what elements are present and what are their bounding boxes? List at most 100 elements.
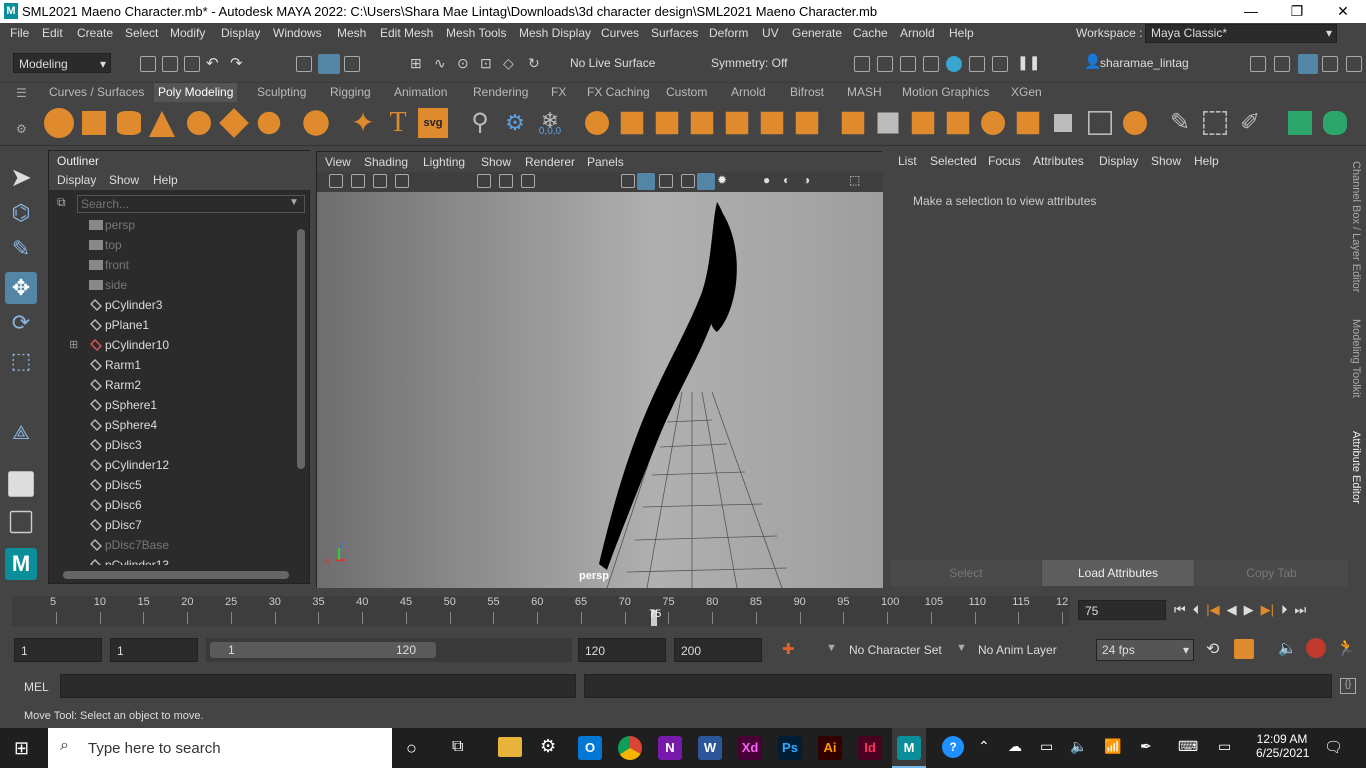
copy-tab-button[interactable]: Copy Tab (1195, 560, 1348, 586)
clock[interactable]: 12:09 AM 6/25/2021 (1256, 732, 1309, 760)
shelf-menu-icon[interactable]: ☰ (16, 86, 27, 100)
poly-sphere-icon[interactable] (44, 108, 74, 138)
attr-menu-show[interactable]: Show (1151, 154, 1181, 168)
menu-surfaces[interactable]: Surfaces (651, 26, 698, 40)
lights-icon[interactable]: ✹ (717, 173, 727, 187)
tab-attribute-editor[interactable]: Attribute Editor (1350, 431, 1362, 504)
menu-mesh-display[interactable]: Mesh Display (519, 26, 591, 40)
outliner-menu-display[interactable]: Display (57, 173, 96, 187)
tab-fx-caching[interactable]: FX Caching (583, 85, 654, 99)
outliner-hscrollbar[interactable] (63, 571, 289, 579)
circularize-icon[interactable] (981, 111, 1005, 135)
menu-curves[interactable]: Curves (601, 26, 639, 40)
separate-icon[interactable]: ⚙ (500, 108, 530, 138)
mel-label[interactable]: MEL (24, 680, 49, 694)
menu-help[interactable]: Help (949, 26, 974, 40)
sound-icon[interactable]: 🔈 (1278, 639, 1297, 657)
cortana-icon[interactable]: ○ (406, 738, 417, 759)
arnold-settings-icon[interactable] (992, 56, 1008, 72)
open-scene-icon[interactable] (162, 56, 178, 72)
select-hierarchy-icon[interactable] (296, 56, 312, 72)
channel-box-icon[interactable] (1346, 56, 1362, 72)
menu-uv[interactable]: UV (762, 26, 779, 40)
merge-icon[interactable] (911, 111, 935, 135)
wedge-icon[interactable] (1054, 114, 1072, 132)
green-shader-icon[interactable] (1288, 111, 1312, 135)
workspace-dropdown[interactable]: Maya Classic* ▾ (1145, 24, 1337, 43)
viewport-menu-renderer[interactable]: Renderer (525, 155, 575, 169)
outliner-item[interactable]: pDisc7Base (89, 535, 289, 555)
render-settings-icon[interactable] (923, 56, 939, 72)
scale-tool-icon[interactable]: ⬚ (5, 348, 37, 380)
render-frame-icon[interactable] (877, 56, 893, 72)
arnold-render-icon[interactable] (969, 56, 985, 72)
outliner-item[interactable]: pSphere4 (89, 415, 289, 435)
menu-select[interactable]: Select (125, 26, 158, 40)
character-controls-icon[interactable] (1274, 56, 1290, 72)
maximize-button[interactable]: ❐ (1274, 0, 1320, 23)
tab-custom[interactable]: Custom (662, 85, 711, 99)
poke-icon[interactable] (1016, 111, 1040, 135)
taskbar-search[interactable]: ⌕ Type here to search (48, 728, 392, 768)
xray-icon[interactable] (697, 173, 715, 190)
outliner-vscrollbar[interactable] (297, 229, 305, 469)
step-back-frame-icon[interactable]: |◀ (1206, 602, 1219, 618)
bookmark-icon[interactable] (373, 174, 387, 188)
tab-mash[interactable]: MASH (843, 85, 886, 99)
task-view-icon[interactable]: ⧉ (452, 738, 463, 756)
load-attributes-button[interactable]: Load Attributes (1042, 560, 1194, 586)
snap-point-icon[interactable]: ⊙ (457, 55, 469, 72)
fill-hole-icon[interactable] (725, 111, 749, 135)
bounding-box-icon[interactable] (1203, 111, 1227, 135)
attribute-editor-toggle-icon[interactable] (1298, 54, 1318, 74)
script-editor-icon[interactable]: {} (1340, 678, 1356, 694)
settings-icon[interactable]: ⚙ (540, 736, 556, 757)
expand-icon[interactable]: ⊞ (69, 335, 78, 355)
menu-create[interactable]: Create (77, 26, 113, 40)
outliner-item[interactable]: pCylinder13 (89, 555, 289, 565)
go-to-start-icon[interactable]: ⏮ (1174, 602, 1186, 618)
help-icon[interactable]: ? (942, 736, 964, 758)
smooth-shade-icon[interactable] (637, 173, 655, 190)
play-backwards-icon[interactable]: ◀ (1227, 602, 1237, 618)
wireframe-on-shaded-icon[interactable] (659, 174, 673, 188)
snap-surface-icon[interactable]: ◇ (503, 55, 514, 72)
maya-home-icon[interactable]: M (5, 548, 37, 580)
attr-menu-list[interactable]: List (898, 154, 917, 168)
move-tool-icon[interactable]: ✥ (5, 272, 37, 304)
chevron-down-icon[interactable]: ▼ (289, 197, 299, 208)
rotate-tool-icon[interactable]: ⟳ (5, 310, 37, 342)
resolution-gate-icon[interactable] (521, 174, 535, 188)
platonic-solid-icon[interactable] (303, 110, 329, 136)
anim-layer-dropdown[interactable]: No Anim Layer (978, 643, 1057, 657)
cached-playback-icon[interactable] (1234, 639, 1254, 659)
freeze-transform-icon[interactable]: ❄ 0,0,0 (535, 108, 565, 138)
filter-icon[interactable]: ⧉ (57, 195, 66, 210)
auto-key-icon[interactable]: ✚ (782, 640, 795, 658)
viewport-menu-show[interactable]: Show (481, 155, 511, 169)
menu-mesh-tools[interactable]: Mesh Tools (446, 26, 506, 40)
tab-xgen[interactable]: XGen (1007, 85, 1046, 99)
display-icon[interactable]: ▭ (1218, 738, 1231, 755)
volume-icon[interactable]: 🔈 (1070, 738, 1087, 755)
save-scene-icon[interactable] (184, 56, 200, 72)
menu-deform[interactable]: Deform (709, 26, 748, 40)
outliner-item[interactable]: pSphere1 (89, 395, 289, 415)
tab-arnold[interactable]: Arnold (727, 85, 770, 99)
tab-fx[interactable]: FX (547, 85, 570, 99)
poly-cone-icon[interactable] (149, 111, 175, 137)
tab-rigging[interactable]: Rigging (326, 85, 375, 99)
word-icon[interactable]: W (698, 736, 722, 760)
evaluation-icon[interactable] (1306, 638, 1326, 658)
text-tool-icon[interactable]: T (383, 108, 413, 138)
pause-icon[interactable]: ❚❚ (1017, 54, 1040, 71)
outliner-item[interactable]: pPlane1 (89, 315, 289, 335)
outliner-item[interactable]: side (89, 275, 289, 295)
super-shape-icon[interactable]: ✦ (348, 108, 378, 138)
tab-animation[interactable]: Animation (390, 85, 451, 99)
snap-curve-icon[interactable]: ∿ (434, 55, 446, 72)
step-forward-key-icon[interactable]: ⏵ (1281, 602, 1288, 618)
film-gate-icon[interactable] (499, 174, 513, 188)
tab-rendering[interactable]: Rendering (469, 85, 532, 99)
select-object-icon[interactable] (318, 54, 340, 74)
